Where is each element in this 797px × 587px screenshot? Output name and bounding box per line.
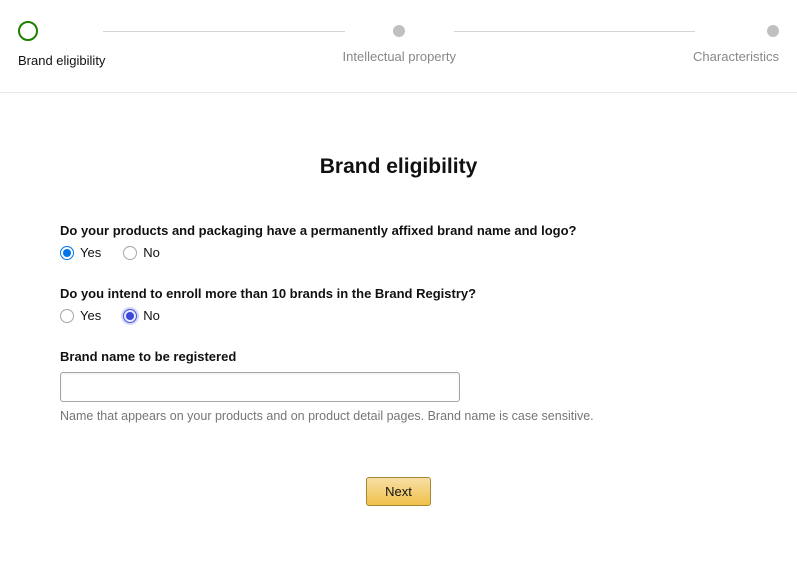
next-button[interactable]: Next — [366, 477, 431, 506]
question-text: Do your products and packaging have a pe… — [60, 223, 737, 238]
step-circle-inactive — [393, 25, 405, 37]
question-text: Do you intend to enroll more than 10 bra… — [60, 286, 737, 301]
radio-option-yes[interactable]: Yes — [60, 308, 101, 323]
step-characteristics[interactable]: Characteristics — [693, 22, 779, 64]
question-block-affixed-brand: Do your products and packaging have a pe… — [60, 223, 737, 260]
step-intellectual-property[interactable]: Intellectual property — [343, 22, 456, 64]
field-hint: Name that appears on your products and o… — [60, 409, 737, 423]
radio-icon — [123, 246, 137, 260]
radio-icon — [123, 309, 137, 323]
radio-label: No — [143, 245, 160, 260]
step-circle-active — [18, 21, 38, 41]
step-circle-inactive — [767, 25, 779, 37]
progress-stepper: Brand eligibility Intellectual property … — [0, 0, 797, 68]
step-label: Characteristics — [693, 49, 779, 64]
stepper-connector — [456, 22, 693, 42]
radio-label: No — [143, 308, 160, 323]
radio-label: Yes — [80, 308, 101, 323]
stepper-connector — [105, 22, 342, 42]
page-title: Brand eligibility — [60, 155, 737, 179]
step-label: Intellectual property — [343, 49, 456, 64]
radio-label: Yes — [80, 245, 101, 260]
form-content: Brand eligibility Do your products and p… — [0, 155, 797, 506]
field-label: Brand name to be registered — [60, 349, 737, 364]
radio-option-no[interactable]: No — [123, 245, 160, 260]
step-brand-eligibility[interactable]: Brand eligibility — [18, 22, 105, 68]
brand-name-input[interactable] — [60, 372, 460, 402]
header-divider — [0, 92, 797, 93]
radio-option-yes[interactable]: Yes — [60, 245, 101, 260]
question-block-enroll-brands: Do you intend to enroll more than 10 bra… — [60, 286, 737, 323]
radio-option-no[interactable]: No — [123, 308, 160, 323]
field-block-brand-name: Brand name to be registered Name that ap… — [60, 349, 737, 423]
radio-icon — [60, 246, 74, 260]
radio-group-q2: Yes No — [60, 308, 737, 323]
button-row: Next — [60, 477, 737, 506]
radio-icon — [60, 309, 74, 323]
radio-group-q1: Yes No — [60, 245, 737, 260]
step-label: Brand eligibility — [18, 53, 105, 68]
